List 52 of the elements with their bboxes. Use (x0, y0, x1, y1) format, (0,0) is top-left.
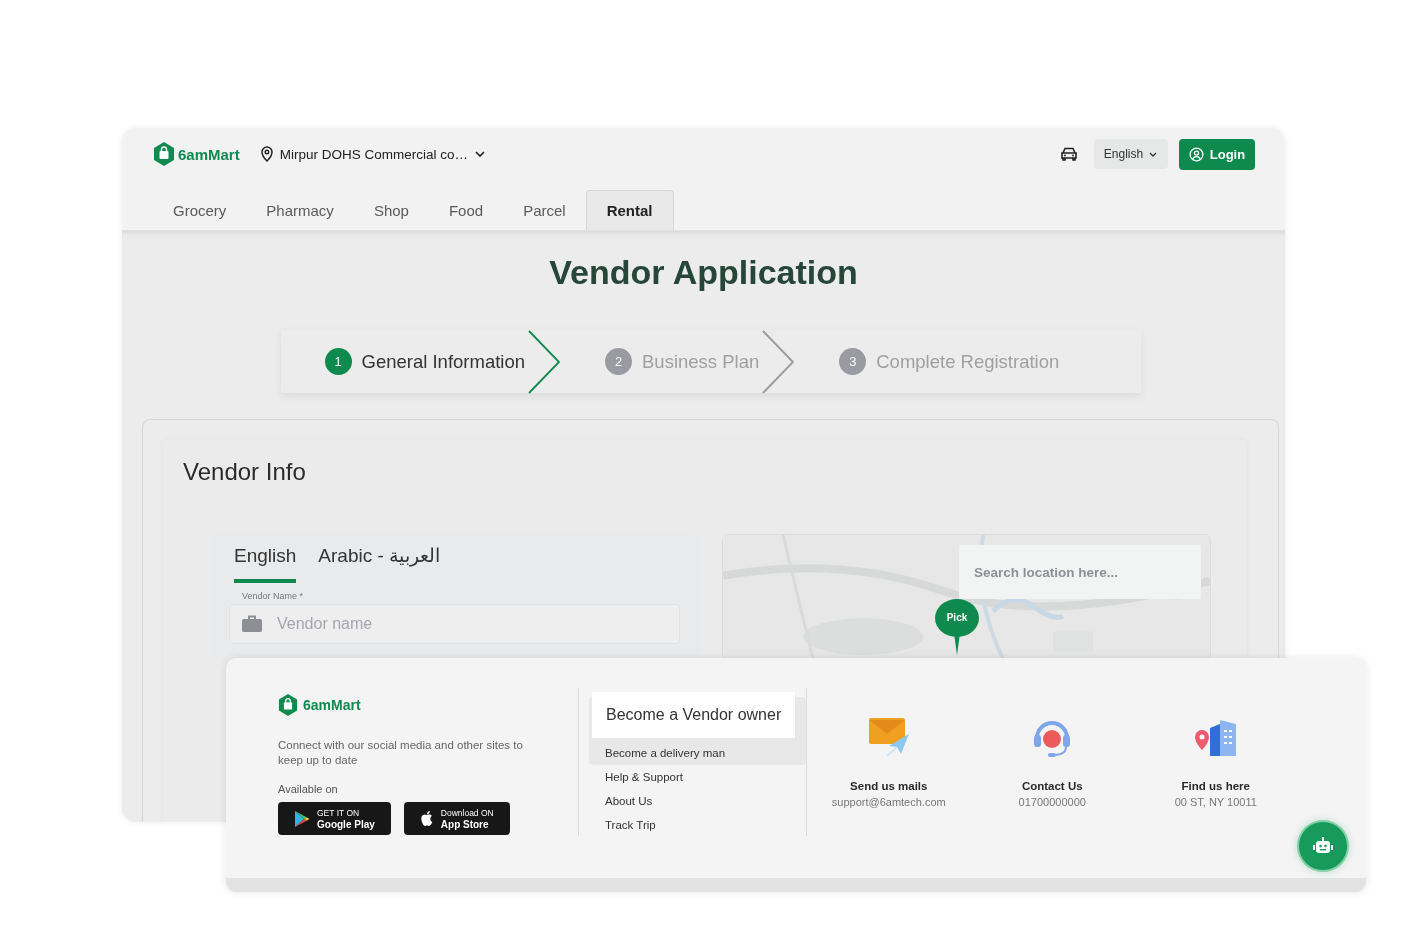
envelope-plane-icon (866, 716, 911, 758)
contact-title: Send us mails (850, 780, 928, 792)
brand-name[interactable]: 6amMart (178, 145, 240, 163)
contact-value[interactable]: 01700000000 (1018, 796, 1086, 808)
nav-tab[interactable]: Food (428, 190, 504, 230)
available-on-label: Available on (278, 783, 339, 795)
section-title: Vendor Info (183, 457, 307, 486)
step-number: 1 (324, 348, 352, 375)
tagline-text: Connect with our social media and other sites to keep up to date (278, 738, 524, 768)
chevron-right-icon (761, 329, 796, 394)
footer-link[interactable]: Track Trip (605, 813, 656, 837)
briefcase-icon (242, 615, 262, 632)
car-icon[interactable] (1060, 146, 1078, 162)
step-number: 2 (605, 348, 632, 375)
footer-link[interactable]: Help & Support (605, 765, 683, 789)
contact-value[interactable]: 00 ST, NY 10011 (1174, 796, 1257, 808)
app-store-badge[interactable]: GET IT ON Google Play (278, 802, 391, 835)
contact-value[interactable]: support@6amtech.com (831, 796, 946, 808)
shopping-bag-logo-icon (278, 694, 298, 716)
login-button[interactable]: Login (1179, 138, 1255, 170)
chevron-right-icon (527, 329, 561, 394)
page-title: Vendor Application (549, 253, 858, 292)
footer-link[interactable]: About Us (605, 789, 653, 813)
chatbot-button[interactable] (1299, 822, 1347, 870)
vendor-name-field[interactable]: Vendor name (229, 604, 680, 644)
language-tab[interactable]: English (234, 544, 297, 583)
contact-title: Find us here (1181, 780, 1250, 792)
language-tab[interactable]: Arabic - العربية (318, 544, 441, 583)
nav-tab[interactable]: Grocery (153, 190, 247, 230)
language-dropdown[interactable]: English (1094, 139, 1168, 169)
footer-link[interactable]: Become a delivery man (605, 741, 726, 765)
nav-tab[interactable]: Rental (585, 190, 674, 230)
shopping-bag-logo-icon (153, 142, 175, 166)
nav-tab[interactable]: Parcel (503, 190, 586, 230)
field-label: Vendor Name * (242, 591, 305, 601)
robot-icon (1313, 837, 1333, 855)
apple-icon (419, 810, 434, 827)
location-pin-icon (259, 146, 274, 162)
play-triangle-icon (294, 809, 310, 828)
chevron-down-icon (474, 150, 486, 158)
nav-tab[interactable]: Shop (353, 190, 429, 230)
step-number: 3 (839, 348, 867, 375)
location-search-field[interactable]: Search location here... (959, 545, 1201, 599)
app-store-badge[interactable]: Download ON App Store (403, 802, 510, 835)
footer-link[interactable]: Become a Vendor owner (592, 692, 796, 738)
nav-tab[interactable]: Pharmacy (246, 190, 354, 230)
chevron-down-icon (1148, 150, 1159, 158)
user-circle-icon (1188, 146, 1204, 162)
location-selector[interactable]: Mirpur DOHS Commercial co… (259, 146, 486, 162)
brand-name[interactable]: 6amMart (303, 697, 361, 713)
contact-title: Contact Us (1021, 780, 1083, 792)
step-label[interactable]: General Information (361, 350, 525, 373)
